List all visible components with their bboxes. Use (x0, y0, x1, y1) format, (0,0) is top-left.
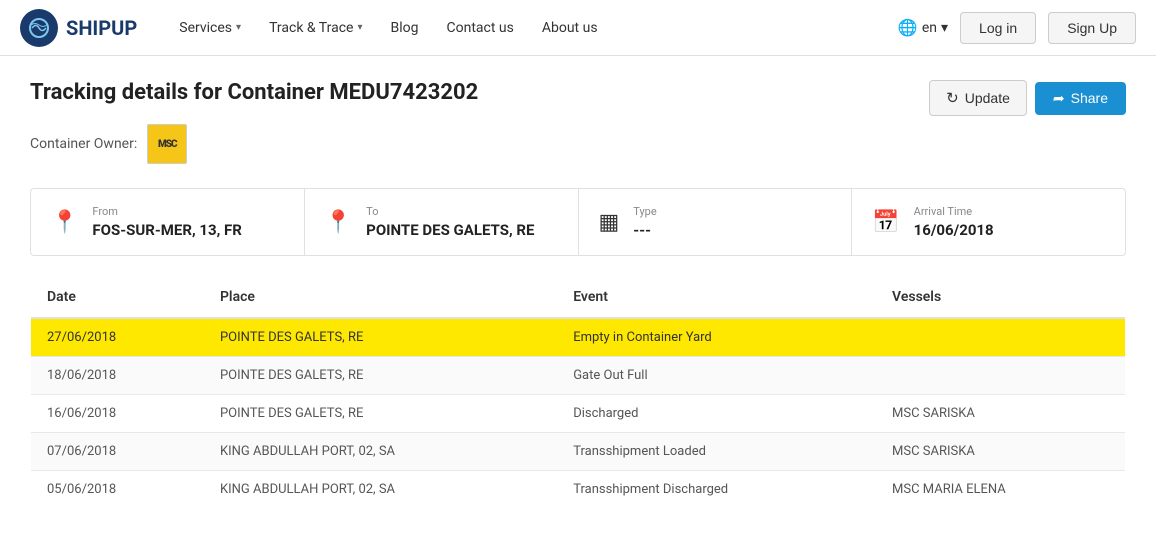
logo-text: SHIPUP (66, 16, 137, 40)
from-label: From (92, 205, 241, 218)
cell-date: 27/06/2018 (31, 318, 204, 357)
cell-date: 18/06/2018 (31, 357, 204, 395)
from-value: FOS-SUR-MER, 13, FR (92, 221, 241, 239)
signup-button[interactable]: Sign Up (1048, 12, 1136, 44)
nav-services[interactable]: Services ▾ (167, 12, 253, 44)
type-value: --- (633, 221, 656, 239)
info-row: 📍 From FOS-SUR-MER, 13, FR 📍 To POINTE D… (30, 188, 1126, 256)
language-selector[interactable]: 🌐 en ▾ (898, 18, 948, 37)
cell-event: Transshipment Discharged (557, 471, 876, 509)
col-vessels: Vessels (876, 277, 1125, 319)
navbar: SHIPUP Services ▾ Track & Trace ▾ Blog C… (0, 0, 1156, 56)
type-label: Type (633, 205, 656, 218)
container-owner-label: Container Owner: (30, 136, 137, 152)
chevron-down-icon: ▾ (357, 22, 362, 33)
refresh-icon: ↻ (946, 89, 959, 107)
col-date: Date (31, 277, 204, 319)
col-place: Place (204, 277, 557, 319)
table-header-row: Date Place Event Vessels (31, 277, 1126, 319)
col-event: Event (557, 277, 876, 319)
container-owner-row: Container Owner: MSC (30, 124, 1126, 164)
chevron-down-icon: ▾ (941, 20, 948, 36)
login-button[interactable]: Log in (960, 12, 1036, 44)
cell-date: 07/06/2018 (31, 433, 204, 471)
type-icon: ▦ (599, 210, 620, 235)
cell-vessel (876, 357, 1125, 395)
info-type: ▦ Type --- (579, 189, 853, 255)
table-body: 27/06/2018POINTE DES GALETS, REEmpty in … (31, 318, 1126, 509)
location-icon: 📍 (51, 210, 78, 235)
cell-vessel (876, 318, 1125, 357)
cell-date: 16/06/2018 (31, 395, 204, 433)
cell-event: Empty in Container Yard (557, 318, 876, 357)
table-row: 07/06/2018KING ABDULLAH PORT, 02, SATran… (31, 433, 1126, 471)
cell-event: Discharged (557, 395, 876, 433)
cell-vessel[interactable]: MSC SARISKA (876, 395, 1125, 433)
page-title: Tracking details for Container MEDU74232… (30, 80, 478, 105)
header-actions: ↻ Update ➦ Share (929, 80, 1126, 116)
logo[interactable]: SHIPUP (20, 9, 137, 47)
globe-icon: 🌐 (898, 18, 918, 37)
cell-date: 05/06/2018 (31, 471, 204, 509)
info-to: 📍 To POINTE DES GALETS, RE (305, 189, 579, 255)
nav-track-trace[interactable]: Track & Trace ▾ (257, 12, 374, 44)
nav-right: 🌐 en ▾ Log in Sign Up (898, 12, 1136, 44)
cell-place: KING ABDULLAH PORT, 02, SA (204, 471, 557, 509)
nav-contact[interactable]: Contact us (435, 12, 526, 44)
to-label: To (366, 205, 534, 218)
owner-badge: MSC (147, 124, 187, 164)
cell-place: POINTE DES GALETS, RE (204, 395, 557, 433)
share-button[interactable]: ➦ Share (1035, 82, 1126, 115)
cell-place: POINTE DES GALETS, RE (204, 318, 557, 357)
chevron-down-icon: ▾ (236, 22, 241, 33)
table-head: Date Place Event Vessels (31, 277, 1126, 319)
nav-blog[interactable]: Blog (379, 12, 431, 44)
main-content: Tracking details for Container MEDU74232… (0, 56, 1156, 533)
nav-about[interactable]: About us (530, 12, 610, 44)
cell-place: KING ABDULLAH PORT, 02, SA (204, 433, 557, 471)
cell-event: Transshipment Loaded (557, 433, 876, 471)
info-from: 📍 From FOS-SUR-MER, 13, FR (31, 189, 305, 255)
cell-event: Gate Out Full (557, 357, 876, 395)
arrival-value: 16/06/2018 (914, 221, 994, 239)
tracking-table: Date Place Event Vessels 27/06/2018POINT… (30, 276, 1126, 509)
page-header: Tracking details for Container MEDU74232… (30, 80, 1126, 116)
table-row: 16/06/2018POINTE DES GALETS, REDischarge… (31, 395, 1126, 433)
info-arrival: 📅 Arrival Time 16/06/2018 (852, 189, 1125, 255)
cell-vessel[interactable]: MSC MARIA ELENA (876, 471, 1125, 509)
arrival-label: Arrival Time (914, 205, 994, 218)
to-value: POINTE DES GALETS, RE (366, 221, 534, 239)
share-icon: ➦ (1053, 90, 1065, 107)
nav-links: Services ▾ Track & Trace ▾ Blog Contact … (167, 12, 898, 44)
calendar-icon: 📅 (872, 210, 899, 235)
table-row: 18/06/2018POINTE DES GALETS, REGate Out … (31, 357, 1126, 395)
logo-icon (20, 9, 58, 47)
destination-icon: 📍 (325, 210, 352, 235)
cell-place: POINTE DES GALETS, RE (204, 357, 557, 395)
table-row: 05/06/2018KING ABDULLAH PORT, 02, SATran… (31, 471, 1126, 509)
cell-vessel[interactable]: MSC SARISKA (876, 433, 1125, 471)
update-button[interactable]: ↻ Update (929, 80, 1027, 116)
table-row: 27/06/2018POINTE DES GALETS, REEmpty in … (31, 318, 1126, 357)
